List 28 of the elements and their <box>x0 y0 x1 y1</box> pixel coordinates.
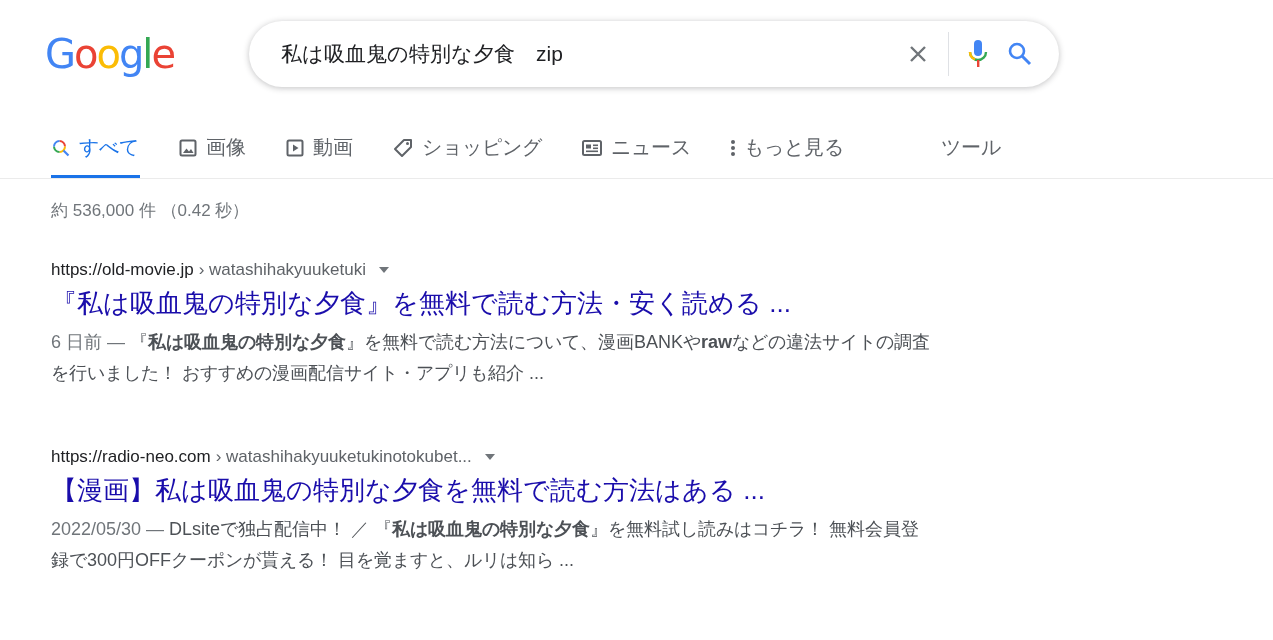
search-icon[interactable] <box>1007 41 1033 67</box>
result-url[interactable]: https://old-movie.jp <box>51 260 194 280</box>
result-url[interactable]: https://radio-neo.com <box>51 447 211 467</box>
microphone-icon[interactable] <box>967 39 989 69</box>
nav-tab[interactable]: もっと見る <box>730 134 845 178</box>
result-title[interactable]: 【漫画】私は吸血鬼の特別な夕食を無料で読む方法はある ... <box>51 473 971 508</box>
image-icon <box>179 138 197 157</box>
tools-button[interactable]: ツール <box>941 134 1001 178</box>
result-title[interactable]: 『私は吸血鬼の特別な夕食』を無料で読む方法・安く読める ... <box>51 286 971 321</box>
nav-tab[interactable]: ニュース <box>581 134 692 178</box>
google-logo[interactable]: Google <box>45 31 185 77</box>
nav-tab[interactable]: ショッピング <box>392 134 543 178</box>
search-icon <box>52 138 70 157</box>
search-field[interactable]: 私は吸血鬼の特別な夕食 zip <box>279 41 888 67</box>
result-path: › watashihakyuuketukinotokubet... <box>215 447 472 467</box>
result-stats: 約 536,000 件 （0.42 秒） <box>51 200 251 222</box>
play-icon <box>286 138 304 157</box>
tag-icon <box>393 137 413 158</box>
caret-icon[interactable] <box>484 454 495 460</box>
result-snippet: 2022/05/30 — DLsiteで独占配信中！ ／ 『私は吸血鬼の特別な夕食』を無料試し読みはコチラ！ 無料会員登録で300円OFFクーポンが貰える！ 目を覚ますと、ルリは知ら ... <box>51 518 921 572</box>
nav-tab[interactable]: すべて <box>51 134 140 178</box>
caret-icon[interactable] <box>378 267 389 273</box>
nav-tab[interactable]: 動画 <box>285 134 354 178</box>
nav-tab[interactable]: 画像 <box>178 134 247 178</box>
more-icon <box>731 138 735 157</box>
newspaper-icon <box>582 139 602 156</box>
result-path: › watashihakyuuketuki <box>198 260 366 280</box>
result-snippet: 6 日前 — 『私は吸血鬼の特別な夕食』を無料で読む方法について、漫画BANKやrawなどの違法サイトの調査を行いました！ おすすめの漫画配信サイト・アプリも紹介 ... <box>51 331 931 385</box>
